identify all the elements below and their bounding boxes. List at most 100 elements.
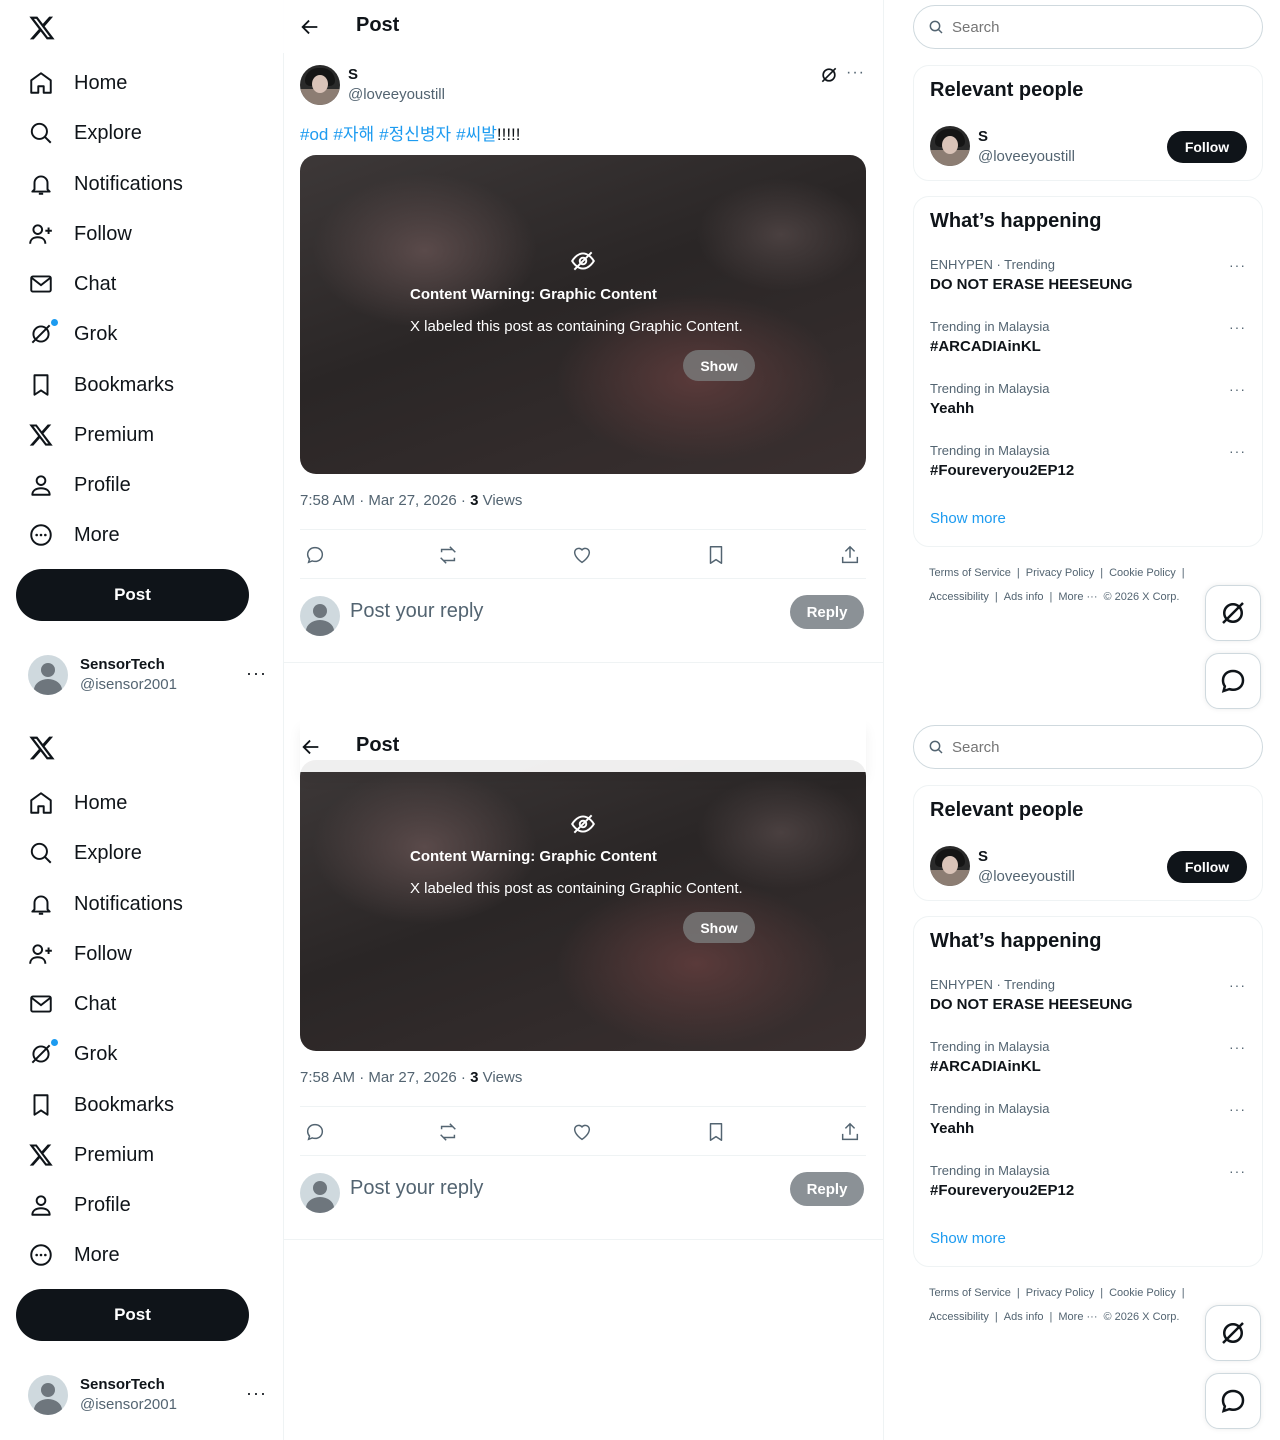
share-icon[interactable] bbox=[839, 1121, 861, 1143]
repost-icon[interactable] bbox=[437, 1121, 459, 1143]
account-switcher[interactable]: SensorTech @isensor2001 ··· bbox=[16, 1363, 271, 1427]
chat-fab[interactable] bbox=[1205, 1373, 1261, 1429]
timestamp[interactable]: 7:58 AM · Mar 27, 2026 · bbox=[300, 492, 470, 509]
nav-notifications[interactable]: Notifications bbox=[16, 882, 195, 926]
repost-icon[interactable] bbox=[437, 544, 459, 566]
x-logo-icon[interactable] bbox=[28, 734, 56, 762]
show-button[interactable]: Show bbox=[683, 350, 755, 381]
follow-button[interactable]: Follow bbox=[1167, 131, 1247, 163]
like-icon[interactable] bbox=[571, 1121, 593, 1143]
search-bar[interactable] bbox=[913, 5, 1263, 49]
nav-bookmarks[interactable]: Bookmarks bbox=[16, 1083, 186, 1127]
person-handle[interactable]: @loveeyoustill bbox=[978, 148, 1075, 165]
show-more-link[interactable]: Show more bbox=[930, 1230, 1006, 1247]
search-input[interactable] bbox=[950, 737, 1234, 757]
more-icon[interactable]: ··· bbox=[1229, 319, 1246, 335]
grok-fab[interactable] bbox=[1205, 1305, 1261, 1361]
person-name[interactable]: S bbox=[978, 848, 988, 865]
follow-button[interactable]: Follow bbox=[1167, 851, 1247, 883]
nav-grok[interactable]: Grok bbox=[16, 1032, 129, 1076]
reply-input[interactable]: Post your reply bbox=[350, 1177, 483, 1200]
avatar[interactable] bbox=[930, 126, 970, 166]
nav-more[interactable]: More bbox=[16, 513, 132, 557]
sensitive-media[interactable]: Content Warning: Graphic Content X label… bbox=[300, 155, 866, 474]
share-icon[interactable] bbox=[839, 544, 861, 566]
more-icon[interactable]: ··· bbox=[846, 64, 865, 82]
more-icon[interactable]: ··· bbox=[1229, 1101, 1246, 1117]
more-icon[interactable]: ··· bbox=[1229, 977, 1246, 993]
grok-icon[interactable] bbox=[819, 65, 839, 85]
trend-item[interactable]: Trending in Malaysia #Foureveryou2EP12 ··· bbox=[930, 1163, 1246, 1219]
post-button[interactable]: Post bbox=[16, 1289, 249, 1341]
reply-input[interactable]: Post your reply bbox=[350, 600, 483, 623]
footer-link[interactable]: Accessibility bbox=[929, 591, 989, 603]
person-name[interactable]: S bbox=[978, 128, 988, 145]
more-icon[interactable]: ··· bbox=[1229, 443, 1246, 459]
trend-item[interactable]: Trending in Malaysia #Foureveryou2EP12 ··· bbox=[930, 443, 1246, 499]
footer-link[interactable]: Cookie Policy bbox=[1109, 1287, 1176, 1299]
timestamp[interactable]: 7:58 AM · Mar 27, 2026 · bbox=[300, 1069, 470, 1086]
nav-grok[interactable]: Grok bbox=[16, 312, 129, 356]
like-icon[interactable] bbox=[571, 544, 593, 566]
nav-follow[interactable]: Follow bbox=[16, 212, 144, 256]
footer-link[interactable]: Ads info bbox=[1004, 591, 1044, 603]
nav-notifications[interactable]: Notifications bbox=[16, 162, 195, 206]
nav-home[interactable]: Home bbox=[16, 61, 139, 105]
nav-explore[interactable]: Explore bbox=[16, 111, 154, 155]
person-handle[interactable]: @loveeyoustill bbox=[978, 868, 1075, 885]
footer-link[interactable]: Privacy Policy bbox=[1026, 567, 1094, 579]
search-input[interactable] bbox=[950, 17, 1234, 37]
show-more-link[interactable]: Show more bbox=[930, 510, 1006, 527]
footer-link[interactable]: Cookie Policy bbox=[1109, 567, 1176, 579]
bookmark-icon[interactable] bbox=[705, 544, 727, 566]
trend-item[interactable]: ENHYPEN · Trending DO NOT ERASE HEESEUNG ·… bbox=[930, 977, 1246, 1033]
footer-link[interactable]: More ··· bbox=[1058, 591, 1097, 603]
nav-explore[interactable]: Explore bbox=[16, 831, 154, 875]
author-name[interactable]: S bbox=[348, 66, 358, 83]
hashtag[interactable]: #씨발 bbox=[456, 125, 497, 144]
nav-chat[interactable]: Chat bbox=[16, 982, 128, 1026]
nav-chat[interactable]: Chat bbox=[16, 262, 128, 306]
bookmark-icon[interactable] bbox=[705, 1121, 727, 1143]
show-button[interactable]: Show bbox=[683, 912, 755, 943]
footer-link[interactable]: Terms of Service bbox=[929, 1287, 1011, 1299]
hashtag[interactable]: #자해 bbox=[333, 125, 374, 144]
footer-link[interactable]: Privacy Policy bbox=[1026, 1287, 1094, 1299]
grok-fab[interactable] bbox=[1205, 585, 1261, 641]
author-handle[interactable]: @loveeyoustill bbox=[348, 86, 445, 103]
more-icon[interactable]: ··· bbox=[1229, 1039, 1246, 1055]
hashtag[interactable]: #od bbox=[300, 125, 328, 144]
nav-profile[interactable]: Profile bbox=[16, 1183, 143, 1227]
hashtag[interactable]: #정신병자 bbox=[379, 125, 451, 144]
trend-item[interactable]: ENHYPEN · Trending DO NOT ERASE HEESEUNG ·… bbox=[930, 257, 1246, 313]
reply-icon[interactable] bbox=[304, 544, 326, 566]
more-icon[interactable]: ··· bbox=[1229, 1163, 1246, 1179]
footer-link[interactable]: Terms of Service bbox=[929, 567, 1011, 579]
trend-item[interactable]: Trending in Malaysia Yeahh ··· bbox=[930, 381, 1246, 437]
back-arrow-icon[interactable] bbox=[300, 736, 322, 758]
avatar[interactable] bbox=[300, 65, 340, 105]
trend-item[interactable]: Trending in Malaysia #ARCADIAinKL ··· bbox=[930, 1039, 1246, 1095]
x-logo-icon[interactable] bbox=[28, 14, 56, 42]
search-bar[interactable] bbox=[913, 725, 1263, 769]
nav-bookmarks[interactable]: Bookmarks bbox=[16, 363, 186, 407]
post-button[interactable]: Post bbox=[16, 569, 249, 621]
footer-link[interactable]: Accessibility bbox=[929, 1311, 989, 1323]
nav-profile[interactable]: Profile bbox=[16, 463, 143, 507]
nav-home[interactable]: Home bbox=[16, 781, 139, 825]
account-switcher[interactable]: SensorTech @isensor2001 ··· bbox=[16, 643, 271, 707]
reply-icon[interactable] bbox=[304, 1121, 326, 1143]
more-icon[interactable]: ··· bbox=[246, 663, 267, 684]
nav-more[interactable]: More bbox=[16, 1233, 132, 1277]
nav-follow[interactable]: Follow bbox=[16, 932, 144, 976]
nav-premium[interactable]: Premium bbox=[16, 1133, 166, 1177]
more-icon[interactable]: ··· bbox=[1229, 257, 1246, 273]
more-icon[interactable]: ··· bbox=[246, 1383, 267, 1404]
footer-link[interactable]: Ads info bbox=[1004, 1311, 1044, 1323]
trend-item[interactable]: Trending in Malaysia #ARCADIAinKL ··· bbox=[930, 319, 1246, 375]
avatar[interactable] bbox=[930, 846, 970, 886]
reply-button[interactable]: Reply bbox=[790, 1172, 864, 1206]
more-icon[interactable]: ··· bbox=[1229, 381, 1246, 397]
sensitive-media[interactable]: Content Warning: Graphic Content X label… bbox=[300, 760, 866, 1051]
trend-item[interactable]: Trending in Malaysia Yeahh ··· bbox=[930, 1101, 1246, 1157]
